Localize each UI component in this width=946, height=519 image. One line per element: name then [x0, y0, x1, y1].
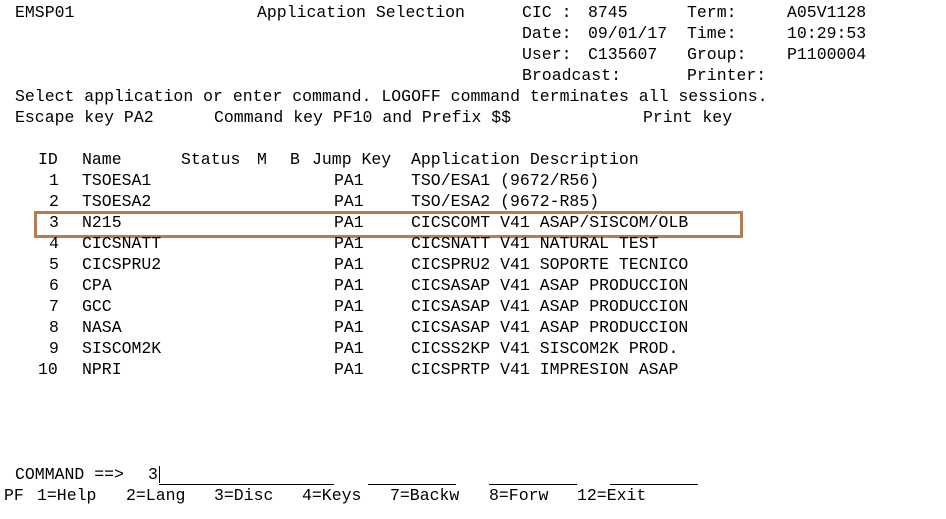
command-key-hint: Command key PF10 and Prefix $$: [214, 108, 512, 127]
col-jump-key-header: Jump Key: [312, 150, 392, 169]
row-name: N215: [82, 213, 122, 232]
pf4-keys[interactable]: 4=Keys: [302, 485, 361, 506]
row-jump-key: PA1: [334, 339, 364, 358]
pf2-lang[interactable]: 2=Lang: [126, 485, 185, 506]
row-description: CICSPRU2 V41 SOPORTE TECNICO: [411, 255, 689, 274]
row-name: CPA: [82, 276, 112, 295]
table-row[interactable]: 4 CICSNATT PA1 CICSNATT V41 NATURAL TEST: [0, 233, 946, 254]
pf7-backw[interactable]: 7=Backw: [390, 485, 459, 506]
table-header: ID Name Status M B Jump Key Application …: [0, 149, 946, 170]
row-description: CICSNATT V41 NATURAL TEST: [411, 234, 659, 253]
row-description: CICSASAP V41 ASAP PRODUCCION: [411, 297, 689, 316]
table-row-selected[interactable]: 3 N215 PA1 CICSCOMT V41 ASAP/SISCOM/OLB: [0, 212, 946, 233]
print-key-hint: Print key: [643, 108, 733, 127]
col-status-header: Status: [181, 150, 241, 169]
row-id: 10: [38, 360, 58, 379]
row-id: 1: [49, 171, 59, 190]
row-id: 8: [49, 318, 59, 337]
table-row[interactable]: 6 CPA PA1 CICSASAP V41 ASAP PRODUCCION: [0, 275, 946, 296]
term-label: Term:: [687, 3, 737, 22]
command-label: COMMAND ==>: [15, 465, 124, 484]
row-name: CICSNATT: [82, 234, 162, 253]
cic-label: CIC :: [522, 3, 572, 22]
col-app-desc-header: Application Description: [411, 150, 639, 169]
row-description: CICSPRTP V41 IMPRESION ASAP: [411, 360, 679, 379]
user-value: C135607: [588, 45, 658, 64]
row-id: 2: [49, 192, 59, 211]
terminal-screen: { "header": { "screen_id": "EMSP01", "ti…: [0, 0, 946, 519]
row-description: TSO/ESA2 (9672-R85): [411, 192, 600, 211]
row-name: GCC: [82, 297, 112, 316]
row-description: CICSASAP V41 ASAP PRODUCCION: [411, 318, 689, 337]
table-row[interactable]: 7 GCC PA1 CICSASAP V41 ASAP PRODUCCION: [0, 296, 946, 317]
col-name-header: Name: [82, 150, 122, 169]
table-row[interactable]: 5 CICSPRU2 PA1 CICSPRU2 V41 SOPORTE TECN…: [0, 254, 946, 275]
row-id: 6: [49, 276, 59, 295]
table-row[interactable]: 8 NASA PA1 CICSASAP V41 ASAP PRODUCCION: [0, 317, 946, 338]
pf12-exit[interactable]: 12=Exit: [577, 485, 646, 506]
row-name: CICSPRU2: [82, 255, 162, 274]
row-id: 7: [49, 297, 59, 316]
row-id: 3: [49, 213, 59, 232]
table-row[interactable]: 9 SISCOM2K PA1 CICSS2KP V41 SISCOM2K PRO…: [0, 338, 946, 359]
col-b-header: B: [290, 150, 300, 169]
command-input[interactable]: 3: [148, 464, 158, 485]
date-label: Date:: [522, 24, 572, 43]
row-id: 9: [49, 339, 59, 358]
row-jump-key: PA1: [334, 297, 364, 316]
row-description: CICSCOMT V41 ASAP/SISCOM/OLB: [411, 213, 689, 232]
row-name: TSOESA2: [82, 192, 152, 211]
pf-prefix: PF: [4, 486, 24, 505]
row-jump-key: PA1: [334, 234, 364, 253]
cic-value: 8745: [588, 3, 628, 22]
broadcast-label: Broadcast:: [522, 66, 622, 85]
row-name: TSOESA1: [82, 171, 152, 190]
table-row[interactable]: 2 TSOESA2 PA1 TSO/ESA2 (9672-R85): [0, 191, 946, 212]
row-jump-key: PA1: [334, 213, 364, 232]
printer-label: Printer:: [687, 66, 767, 85]
pf1-help[interactable]: 1=Help: [37, 485, 96, 506]
row-jump-key: PA1: [334, 360, 364, 379]
row-jump-key: PA1: [334, 276, 364, 295]
row-jump-key: PA1: [334, 192, 364, 211]
row-id: 4: [49, 234, 59, 253]
table-row[interactable]: 10 NPRI PA1 CICSPRTP V41 IMPRESION ASAP: [0, 359, 946, 380]
text-cursor: [159, 466, 160, 483]
instruction-line: Select application or enter command. LOG…: [15, 87, 768, 106]
row-name: NPRI: [82, 360, 122, 379]
pf3-disc[interactable]: 3=Disc: [214, 485, 273, 506]
row-jump-key: PA1: [334, 318, 364, 337]
table-row[interactable]: 1 TSOESA1 PA1 TSO/ESA1 (9672/R56): [0, 170, 946, 191]
group-value: P1100004: [787, 45, 867, 64]
time-value: 10:29:53: [787, 24, 867, 43]
time-label: Time:: [687, 24, 737, 43]
term-value: A05V1128: [787, 3, 867, 22]
row-name: NASA: [82, 318, 122, 337]
row-description: CICSS2KP V41 SISCOM2K PROD.: [411, 339, 679, 358]
row-name: SISCOM2K: [82, 339, 162, 358]
group-label: Group:: [687, 45, 747, 64]
row-description: CICSASAP V41 ASAP PRODUCCION: [411, 276, 689, 295]
page-title: Application Selection: [257, 3, 465, 22]
user-label: User:: [522, 45, 572, 64]
pf8-forw[interactable]: 8=Forw: [489, 485, 548, 506]
date-value: 09/01/17: [588, 24, 668, 43]
row-id: 5: [49, 255, 59, 274]
screen-id: EMSP01: [15, 3, 75, 22]
col-id-header: ID: [38, 150, 58, 169]
row-description: TSO/ESA1 (9672/R56): [411, 171, 600, 190]
row-jump-key: PA1: [334, 255, 364, 274]
escape-key-hint: Escape key PA2: [15, 108, 154, 127]
col-m-header: M: [257, 150, 267, 169]
row-jump-key: PA1: [334, 171, 364, 190]
